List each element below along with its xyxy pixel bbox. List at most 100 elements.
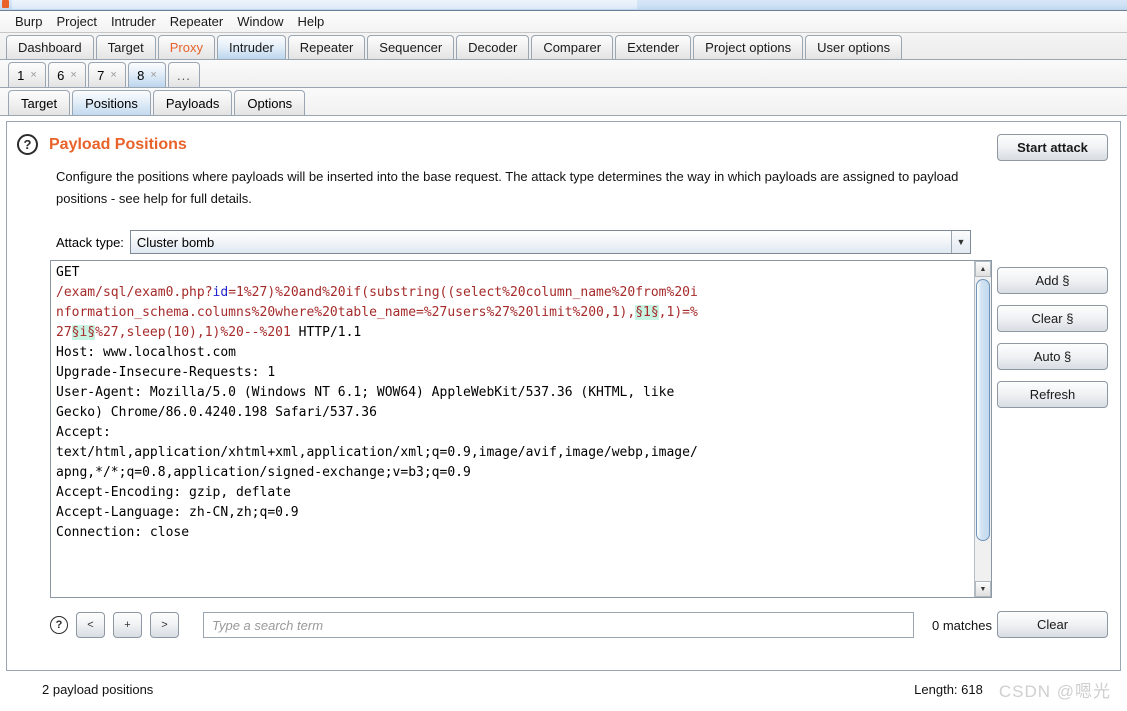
close-icon[interactable]: ×: [150, 69, 156, 81]
subtab-options[interactable]: Options: [234, 90, 306, 115]
request-token: %27,sleep(10),1)%20--%201: [95, 325, 291, 340]
request-token: id: [212, 285, 229, 300]
section-description: Configure the positions where payloads w…: [56, 169, 959, 206]
auto-markers-button[interactable]: Auto §: [997, 343, 1108, 370]
attack-tab-7[interactable]: 7 ×: [88, 62, 126, 87]
request-token: GET: [56, 265, 80, 280]
add-marker-button[interactable]: Add §: [997, 267, 1108, 294]
scroll-up-icon[interactable]: ▲: [975, 261, 991, 277]
payload-position-marker[interactable]: §1§: [635, 305, 659, 320]
scroll-down-icon[interactable]: ▼: [975, 581, 991, 597]
request-line: Connection: close: [56, 523, 974, 543]
request-line: User-Agent: Mozilla/5.0 (Windows NT 6.1;…: [56, 383, 974, 403]
position-marker-buttons: Add § Clear § Auto § Refresh: [997, 267, 1108, 408]
tab-sequencer[interactable]: Sequencer: [367, 35, 455, 59]
request-token: Gecko) Chrome/86.0.4240.198 Safari/537.3…: [56, 405, 377, 420]
request-token: HTTP/1.1: [290, 325, 362, 340]
clear-search-button[interactable]: Clear: [997, 611, 1108, 638]
menu-item-repeater[interactable]: Repeater: [163, 12, 230, 31]
request-token: Host: www.localhost.com: [56, 345, 237, 360]
subtab-positions[interactable]: Positions: [72, 90, 151, 115]
request-line: Accept-Language: zh-CN,zh;q=0.9: [56, 503, 974, 523]
search-bar: ? < + > Type a search term 0 matches: [50, 611, 992, 639]
close-icon[interactable]: ×: [30, 69, 36, 81]
help-icon[interactable]: ?: [17, 134, 38, 155]
subtab-target[interactable]: Target: [8, 90, 71, 115]
start-attack-button[interactable]: Start attack: [997, 134, 1108, 161]
request-line: Upgrade-Insecure-Requests: 1: [56, 363, 974, 383]
attack-tab-6[interactable]: 6 ×: [48, 62, 86, 87]
tab-repeater[interactable]: Repeater: [287, 35, 366, 59]
request-token: =1%27)%20and%20if(substring((select%20co…: [228, 285, 698, 300]
tab-user-options[interactable]: User options: [805, 35, 903, 59]
attack-tab-label: 7: [97, 67, 105, 83]
window-title-bar: [0, 0, 1127, 11]
attack-tab-label: 6: [57, 67, 65, 83]
attack-tab-label: 1: [17, 67, 25, 83]
tab-dashboard[interactable]: Dashboard: [6, 35, 94, 59]
request-token: text/html,application/xhtml+xml,applicat…: [56, 445, 698, 460]
menu-item-project[interactable]: Project: [49, 12, 103, 31]
request-line: apng,*/*;q=0.8,application/signed-exchan…: [56, 463, 974, 483]
subtab-payloads[interactable]: Payloads: [152, 90, 233, 115]
watermark: CSDN @嗯光: [998, 681, 1111, 701]
request-token: Accept:: [56, 425, 111, 440]
payload-position-marker[interactable]: §i§: [71, 325, 96, 340]
menu-item-burp[interactable]: Burp: [8, 12, 49, 31]
request-token: Accept-Encoding: gzip, deflate: [56, 485, 291, 500]
search-prev-button[interactable]: <: [76, 612, 105, 638]
close-icon[interactable]: ×: [110, 69, 116, 81]
attack-type-dropdown[interactable]: Cluster bomb ▼: [129, 230, 971, 254]
request-token: User-Agent: Mozilla/5.0 (Windows NT 6.1;…: [56, 385, 675, 400]
request-line: Accept:: [56, 423, 974, 443]
menu-item-window[interactable]: Window: [230, 12, 290, 31]
scrollbar-thumb[interactable]: [976, 279, 990, 541]
menu-item-intruder[interactable]: Intruder: [104, 12, 163, 31]
request-line: /exam/sql/exam0.php?id=1%27)%20and%20if(…: [56, 283, 974, 303]
request-token: 27: [56, 325, 72, 340]
editor-vertical-scrollbar[interactable]: ▲ ▼: [974, 261, 991, 597]
attack-type-value: Cluster bomb: [136, 234, 215, 250]
attack-type-row: Attack type: Cluster bomb ▼: [56, 230, 1120, 254]
request-token: Connection: close: [56, 525, 190, 540]
attack-tabs-more-button[interactable]: ...: [168, 62, 200, 87]
attack-tab-strip: 1 × 6 × 7 × 8 ×...: [0, 60, 1127, 88]
request-line: Gecko) Chrome/86.0.4240.198 Safari/537.3…: [56, 403, 974, 423]
tab-extender[interactable]: Extender: [615, 35, 692, 59]
tab-target[interactable]: Target: [95, 35, 156, 59]
refresh-button[interactable]: Refresh: [997, 381, 1108, 408]
request-length: Length: 618: [914, 681, 983, 697]
search-help-icon[interactable]: ?: [50, 616, 68, 634]
intruder-positions-panel: ? Payload Positions Configure the positi…: [0, 116, 1127, 675]
request-line: nformation_schema.columns%20where%20tabl…: [56, 303, 974, 323]
close-icon[interactable]: ×: [70, 69, 76, 81]
status-right-group: Length: 618 CSDN @嗯光: [914, 677, 1111, 702]
request-token: Upgrade-Insecure-Requests: 1: [56, 365, 276, 380]
request-text-area[interactable]: GET/exam/sql/exam0.php?id=1%27)%20and%20…: [51, 261, 974, 597]
tab-comparer[interactable]: Comparer: [531, 35, 614, 59]
tab-project-options[interactable]: Project options: [693, 35, 804, 59]
request-line: text/html,application/xhtml+xml,applicat…: [56, 443, 974, 463]
menu-item-help[interactable]: Help: [290, 12, 331, 31]
positions-panel-inner: ? Payload Positions Configure the positi…: [6, 121, 1121, 671]
tab-intruder[interactable]: Intruder: [216, 35, 286, 59]
tab-decoder[interactable]: Decoder: [456, 35, 530, 59]
request-token: nformation_schema.columns%20where%20tabl…: [56, 305, 636, 320]
clear-markers-button[interactable]: Clear §: [997, 305, 1108, 332]
attack-tab-label: 8: [137, 67, 145, 83]
intruder-sub-tab-strip: Target Positions Payloads Options: [0, 88, 1127, 116]
section-header: ? Payload Positions: [7, 122, 1120, 155]
burp-app-icon: [2, 0, 9, 8]
request-line: GET: [56, 263, 974, 283]
request-token: Accept-Language: zh-CN,zh;q=0.9: [56, 505, 299, 520]
search-input[interactable]: Type a search term: [203, 612, 915, 638]
tab-proxy[interactable]: Proxy: [157, 35, 215, 59]
request-token: apng,*/*;q=0.8,application/signed-exchan…: [56, 465, 471, 480]
search-add-button[interactable]: +: [113, 612, 142, 638]
attack-type-label: Attack type:: [56, 234, 124, 250]
attack-tab-1[interactable]: 1 ×: [8, 62, 46, 87]
chevron-down-icon[interactable]: ▼: [950, 231, 970, 253]
search-next-button[interactable]: >: [150, 612, 179, 638]
request-line: Accept-Encoding: gzip, deflate: [56, 483, 974, 503]
attack-tab-8[interactable]: 8 ×: [128, 62, 166, 87]
